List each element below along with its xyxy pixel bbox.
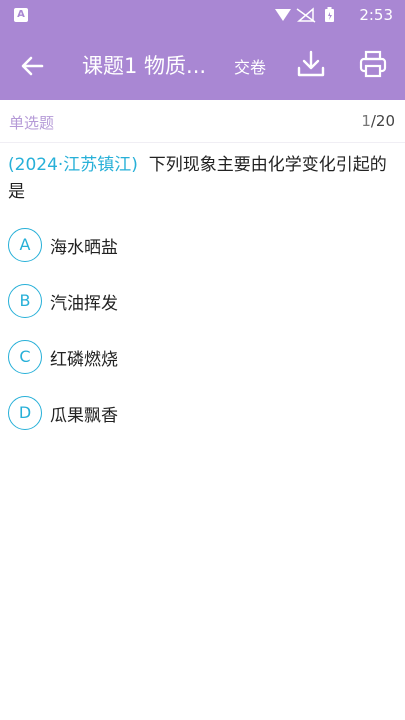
question-type-label: 单选题 (9, 114, 55, 132)
question-source: (2024·江苏镇江) (8, 155, 138, 175)
status-bar: A 2:53 (0, 0, 405, 30)
option-c[interactable]: C 红磷燃烧 (8, 338, 398, 376)
back-arrow-icon[interactable] (16, 50, 48, 82)
current-question-number: 1 (361, 112, 371, 130)
option-letter-circle: A (8, 228, 42, 262)
signal-off-icon (296, 7, 316, 23)
battery-icon (325, 7, 334, 22)
options-list: A 海水晒盐 B 汽油挥发 C 红磷燃烧 D 瓜果飘香 (8, 226, 398, 450)
question-counter: 1/20 (361, 112, 395, 130)
option-letter-circle: B (8, 284, 42, 318)
option-letter-circle: D (8, 396, 42, 430)
question-header: 单选题 1/20 (0, 100, 405, 143)
clock: 2:53 (359, 6, 393, 24)
option-d[interactable]: D 瓜果飘香 (8, 394, 398, 432)
print-icon[interactable] (357, 48, 389, 80)
option-text: 瓜果飘香 (50, 406, 118, 426)
status-icons (275, 7, 334, 23)
wifi-icon (275, 9, 291, 21)
option-a[interactable]: A 海水晒盐 (8, 226, 398, 264)
app-bar: A 2:53 课题1 物质... 交卷 (0, 0, 405, 100)
option-text: 海水晒盐 (50, 238, 118, 258)
submit-button[interactable]: 交卷 (234, 54, 266, 78)
total-questions: /20 (370, 112, 395, 130)
page-title: 课题1 物质... (82, 54, 207, 78)
option-b[interactable]: B 汽油挥发 (8, 282, 398, 320)
option-text: 汽油挥发 (50, 294, 118, 314)
option-text: 红磷燃烧 (50, 350, 118, 370)
notification-icon: A (14, 8, 28, 22)
download-icon[interactable] (295, 48, 327, 80)
question-stem: (2024·江苏镇江) 下列现象主要由化学变化引起的是 (8, 152, 398, 206)
toolbar: 课题1 物质... 交卷 (0, 30, 405, 100)
option-letter-circle: C (8, 340, 42, 374)
